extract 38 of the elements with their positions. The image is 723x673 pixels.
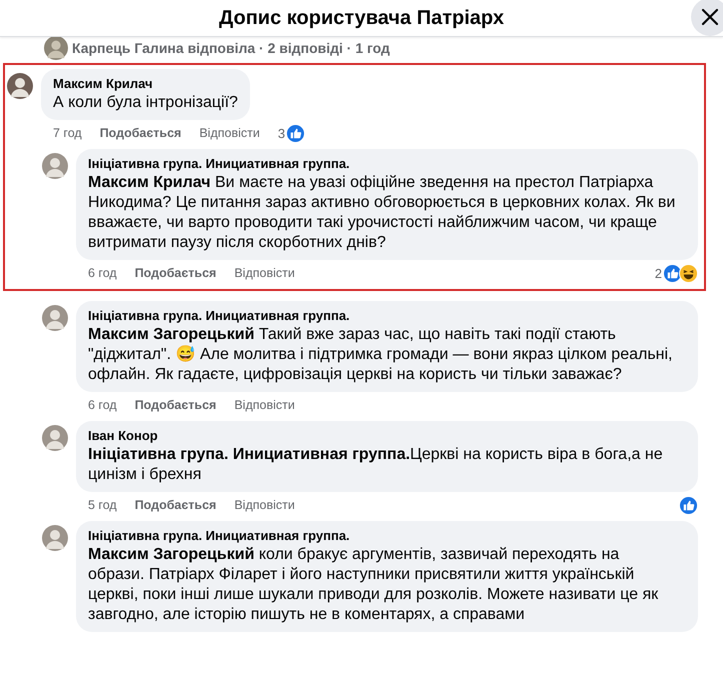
avatar-icon[interactable] <box>42 525 68 551</box>
dialog-title: Допис користувача Патріарх <box>219 6 504 30</box>
comment-time[interactable]: 7 год <box>53 126 82 140</box>
like-link[interactable]: Подобається <box>134 498 216 512</box>
like-link[interactable]: Подобається <box>134 398 216 412</box>
replies-summary-link[interactable]: Карпець Галина відповіла · 2 відповіді · 1 год <box>72 40 390 56</box>
comment-text: Максим Загорецький Такий вже зараз час, що навіть такі події стають "діджитал". 😅 Але молитва і підтримка громади — вони якраз цілком реальні, офлайн. Як гадаєте, цифровізація церкві на користь чи тільки заважає? <box>88 325 674 385</box>
comment-text: Ініціативна група. Инициативная группа.Церкві на користь віра в бога,а не цинізм і брехня <box>88 445 664 485</box>
comment-text: Максим Крилач Ви маєте на увазі офіційне зведення на престол Патріарха Никодима? Це питання зараз активно обговорюється в церковних колах. Як ви вважаєте, чи варто проводити такі урочистості найближчим часом, чи краще витримати паузу після скорботних днів? <box>88 173 676 253</box>
reaction-count[interactable]: 3 <box>278 126 286 140</box>
comment-time[interactable]: 5 год <box>88 498 117 512</box>
author-name[interactable]: Ініціативна група. Инициативная группа. <box>88 307 686 325</box>
thumbs-up-icon[interactable] <box>663 264 682 282</box>
comment-text: Максим Загорецький коли бракує аргументів, зазвичай переходять на образи. Патріарх Філарет і його наступники присвятили життя українській церкві, поки інші лише шукали приводи для розколів. Можете називати це як завгодно, але історію пишуть не в коментарях, а справами <box>88 545 660 625</box>
avatar-icon[interactable] <box>42 153 68 179</box>
author-name[interactable]: Іван Конор <box>88 427 686 445</box>
author-name[interactable]: Ініціативна група. Инициативная группа. <box>88 527 686 545</box>
avatar-icon[interactable] <box>42 305 68 331</box>
reply-link[interactable]: Відповісти <box>234 498 295 512</box>
thumbs-up-icon[interactable] <box>286 124 306 142</box>
author-name[interactable]: Максим Крилач <box>53 75 238 93</box>
close-button[interactable] <box>691 0 723 36</box>
author-name[interactable]: Ініціативна група. Инициативная группа. <box>88 155 686 173</box>
like-link[interactable]: Подобається <box>134 266 216 280</box>
like-link[interactable]: Подобається <box>100 126 182 140</box>
avatar-icon[interactable] <box>42 425 68 451</box>
avatar-icon[interactable] <box>7 73 33 99</box>
comment-text: А коли була інтронізації? <box>53 93 238 113</box>
comment-time[interactable]: 6 год <box>88 398 117 412</box>
reply-link[interactable]: Відповісти <box>234 266 295 280</box>
comment-time[interactable]: 6 год <box>88 266 117 280</box>
reaction-count[interactable]: 2 <box>654 266 662 280</box>
close-icon <box>701 8 719 26</box>
avatar-icon <box>44 36 68 60</box>
laughing-face-icon[interactable] <box>679 264 698 282</box>
reply-link[interactable]: Відповісти <box>199 126 260 140</box>
reply-link[interactable]: Відповісти <box>234 398 295 412</box>
thumbs-up-icon[interactable] <box>679 496 698 514</box>
